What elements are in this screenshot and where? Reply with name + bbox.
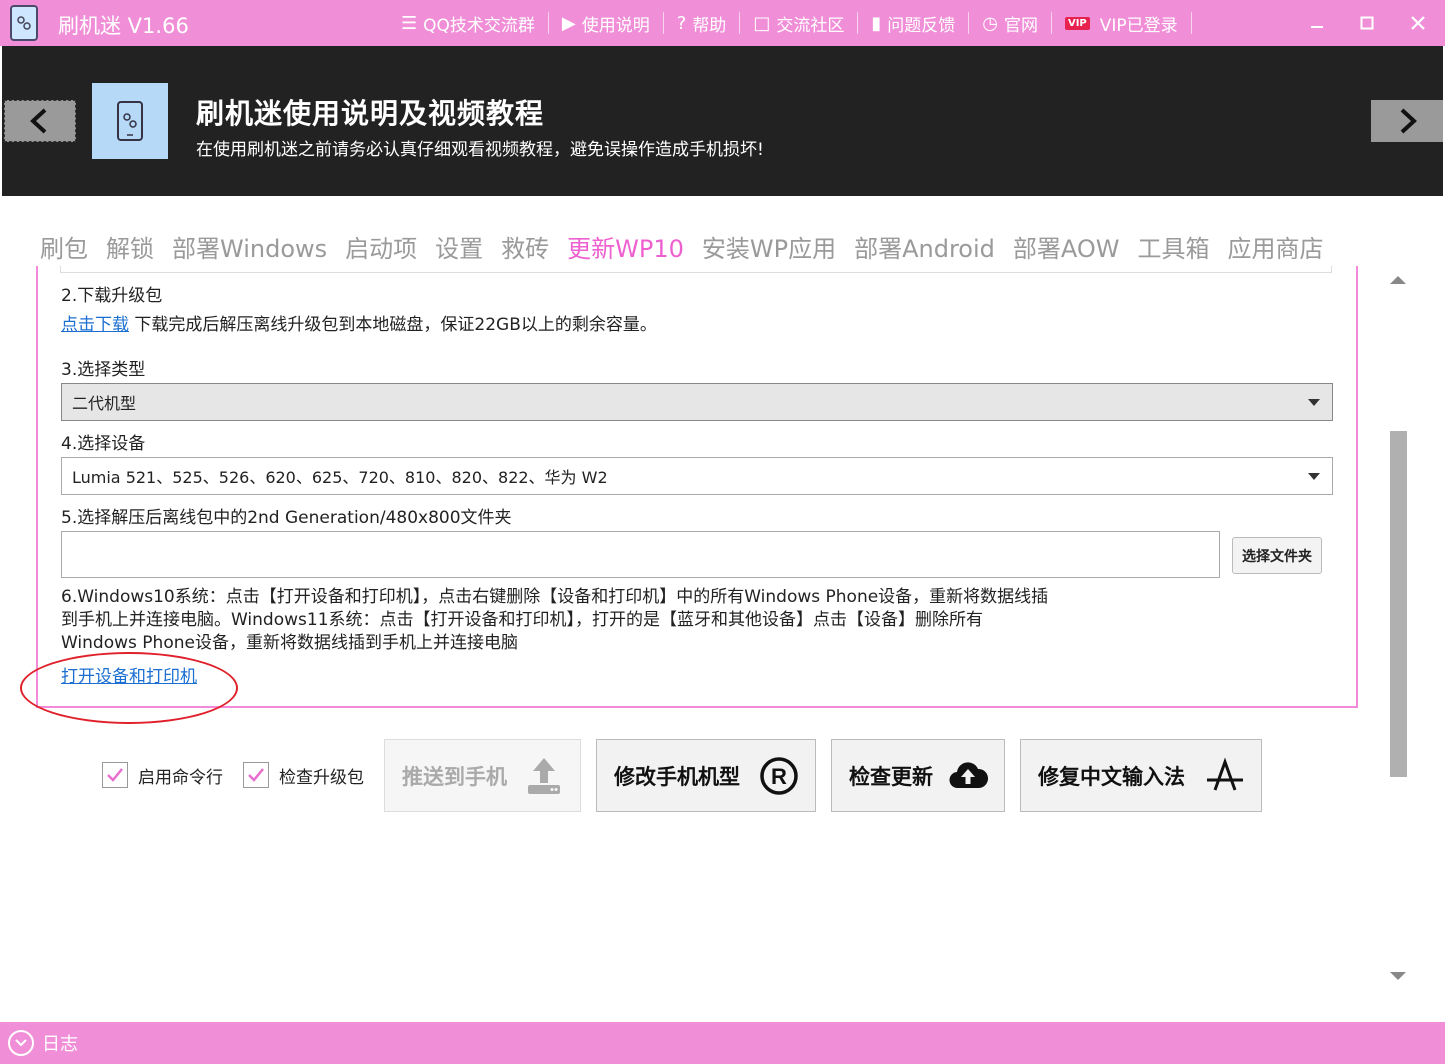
manual-link[interactable]: ▶ 使用说明 [549, 0, 663, 46]
app-logo-icon [10, 5, 38, 41]
scrollbar-thumb[interactable] [1390, 431, 1407, 777]
tab-settings[interactable]: 设置 [435, 229, 483, 264]
upload-icon [528, 758, 560, 794]
help-icon: ? [676, 12, 687, 34]
website-link[interactable]: ◷ 官网 [969, 0, 1051, 46]
qq-group-icon: ☰ [401, 12, 418, 34]
check-package-checkbox[interactable]: 检查升级包 [243, 762, 364, 788]
device-model-value: Lumia 521、525、526、620、625、720、810、820、82… [72, 468, 608, 487]
vip-label: VIP已登录 [1099, 15, 1178, 36]
step5-title: 5.选择解压后离线包中的2nd Generation/480x800文件夹 [61, 508, 512, 528]
enable-cmd-checkbox[interactable]: 启用命令行 [102, 762, 223, 788]
tab-boot-items[interactable]: 启动项 [345, 229, 417, 264]
device-type-value: 二代机型 [72, 394, 137, 413]
tab-toolbox[interactable]: 工具箱 [1138, 229, 1210, 264]
qq-group-link[interactable]: ☰ QQ技术交流群 [388, 0, 548, 46]
registered-icon: R [760, 757, 798, 795]
title-menu: ☰ QQ技术交流群 ▶ 使用说明 ? 帮助 □ 交流社区 ▮ 问题反馈 ◷ 官网 [388, 0, 1192, 46]
main-tabs: 刷包 解锁 部署Windows 启动项 设置 救砖 更新WP10 安装WP应用 … [40, 228, 1342, 264]
minimize-button[interactable] [1292, 0, 1342, 46]
checkbox-checked-icon [102, 762, 128, 788]
community-link[interactable]: □ 交流社区 [740, 0, 857, 46]
download-link[interactable]: 点击下载 [61, 315, 129, 335]
divider [1190, 12, 1192, 34]
chat-icon: □ [753, 12, 771, 34]
push-to-phone-label: 推送到手机 [402, 764, 507, 789]
log-label[interactable]: 日志 [42, 1030, 78, 1056]
device-model-select[interactable]: Lumia 521、525、526、620、625、720、810、820、82… [61, 457, 1333, 495]
step6-line: 6.Windows10系统：点击【打开设备和打印机】，点击右键删除【设备和打印机… [61, 587, 1049, 607]
step6-description: 6.Windows10系统：点击【打开设备和打印机】，点击右键删除【设备和打印机… [61, 586, 1141, 655]
tab-update-wp10[interactable]: 更新WP10 [567, 229, 684, 264]
feedback-link[interactable]: ▮ 问题反馈 [858, 0, 968, 46]
dropdown-arrow-icon [1308, 399, 1320, 406]
change-model-button[interactable]: 修改手机机型 R [596, 739, 816, 812]
step2-row: 点击下载 下载完成后解压离线升级包到本地磁盘，保证22GB以上的剩余容量。 [61, 310, 657, 335]
tutorial-banner[interactable]: 刷机迷使用说明及视频教程 在使用刷机迷之前请务必认真仔细观看视频教程，避免误操作… [2, 46, 1443, 196]
globe-icon: ◷ [982, 12, 998, 34]
tab-app-store[interactable]: 应用商店 [1228, 229, 1324, 264]
folder-path-input[interactable] [61, 531, 1220, 578]
feedback-icon: ▮ [871, 12, 882, 34]
phone-settings-icon [92, 83, 168, 159]
check-package-label: 检查升级包 [279, 767, 364, 788]
feedback-label: 问题反馈 [887, 15, 956, 36]
step6-line: 到手机上并连接电脑。Windows11系统：点击【打开设备和打印机】，打开的是【… [61, 610, 984, 630]
fix-ime-label: 修复中文输入法 [1038, 764, 1185, 789]
select-folder-button[interactable]: 选择文件夹 [1232, 537, 1322, 574]
banner-prev-button[interactable] [4, 100, 76, 142]
red-annotation-circle [20, 652, 238, 724]
tab-deploy-aow[interactable]: 部署AOW [1013, 229, 1120, 264]
push-to-phone-button[interactable]: 推送到手机 [384, 739, 581, 812]
tab-deploy-windows[interactable]: 部署Windows [172, 229, 327, 264]
video-icon: ▶ [561, 12, 576, 34]
tab-flash-package[interactable]: 刷包 [40, 229, 88, 264]
website-label: 官网 [1003, 15, 1038, 36]
step2-text: 下载完成后解压离线升级包到本地磁盘，保证22GB以上的剩余容量。 [134, 315, 657, 335]
step4-title: 4.选择设备 [61, 434, 146, 454]
cloud-upload-icon [949, 762, 988, 789]
device-type-select[interactable]: 二代机型 [61, 383, 1333, 421]
banner-subtitle: 在使用刷机迷之前请务必认真仔细观看视频教程，避免误操作造成手机损坏! [196, 140, 764, 160]
dropdown-arrow-icon [1308, 473, 1320, 480]
check-update-button[interactable]: 检查更新 [831, 739, 1005, 812]
maximize-button[interactable] [1342, 0, 1392, 46]
scroll-down-arrow-icon[interactable] [1390, 972, 1406, 980]
expand-log-icon[interactable] [8, 1030, 34, 1056]
vip-status[interactable]: VIP VIP已登录 [1052, 0, 1191, 46]
chevron-right-icon [1400, 108, 1417, 134]
checkbox-checked-icon [243, 762, 269, 788]
change-model-label: 修改手机机型 [614, 764, 740, 789]
qq-group-label: QQ技术交流群 [423, 15, 535, 36]
enable-cmd-label: 启用命令行 [138, 767, 223, 788]
help-link[interactable]: ? 帮助 [664, 0, 740, 46]
tab-unlock[interactable]: 解锁 [106, 229, 154, 264]
fix-ime-button[interactable]: 修复中文输入法 [1020, 739, 1262, 812]
svg-text:R: R [771, 764, 787, 789]
status-bar: 日志 [0, 1022, 1445, 1064]
step2-title: 2.下载升级包 [61, 286, 163, 306]
community-label: 交流社区 [776, 15, 845, 36]
tab-deploy-android[interactable]: 部署Android [854, 229, 995, 264]
font-a-icon [1207, 757, 1243, 791]
scroll-up-arrow-icon[interactable] [1390, 276, 1406, 284]
step6-line: Windows Phone设备，重新将数据线插到手机上并连接电脑 [61, 633, 518, 653]
tab-unbrick[interactable]: 救砖 [501, 229, 549, 264]
help-label: 帮助 [692, 15, 727, 36]
banner-title: 刷机迷使用说明及视频教程 [196, 97, 545, 130]
close-button[interactable] [1393, 0, 1443, 46]
vip-icon: VIP [1064, 16, 1090, 30]
manual-label: 使用说明 [581, 15, 650, 36]
banner-next-button[interactable] [1371, 100, 1443, 142]
app-title: 刷机迷 V1.66 [58, 14, 189, 38]
scrolled-previous-field [60, 266, 1332, 273]
step3-title: 3.选择类型 [61, 360, 146, 380]
title-bar: 刷机迷 V1.66 ☰ QQ技术交流群 ▶ 使用说明 ? 帮助 □ 交流社区 ▮… [0, 0, 1445, 46]
tab-install-wp-apps[interactable]: 安装WP应用 [702, 229, 836, 264]
chevron-left-icon [30, 108, 47, 134]
check-update-label: 检查更新 [849, 764, 933, 789]
